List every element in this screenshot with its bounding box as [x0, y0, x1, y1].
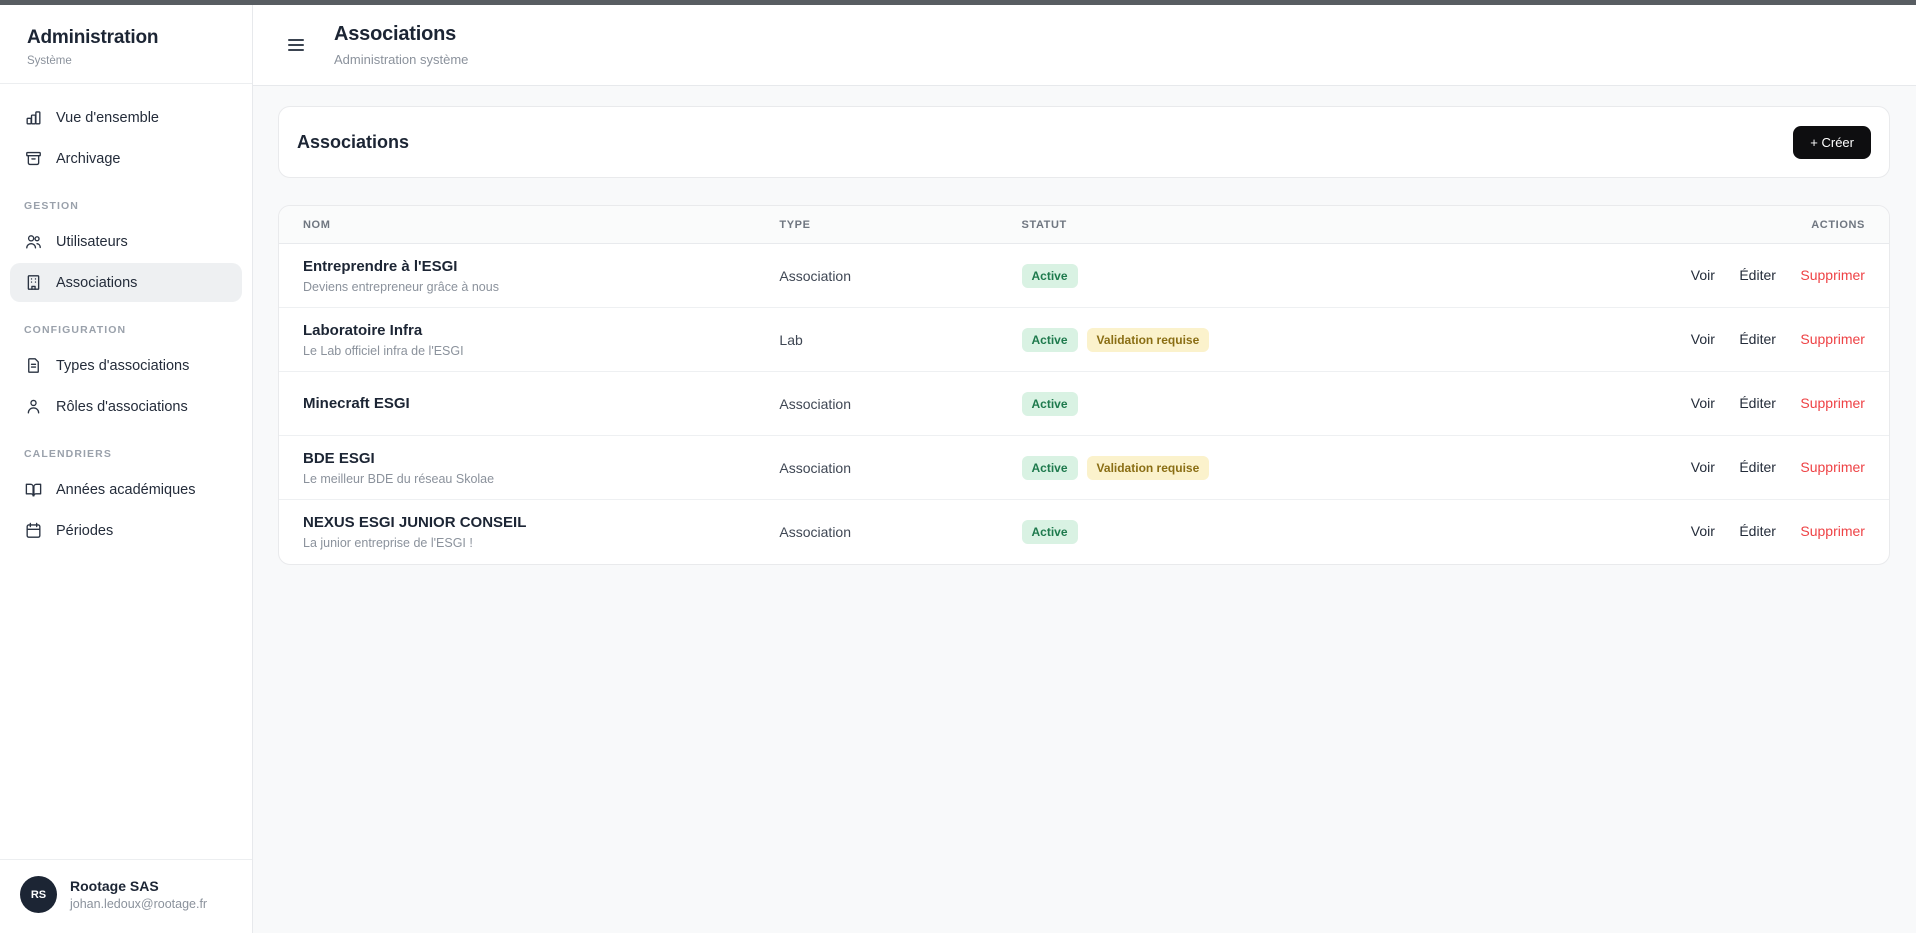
book-open-icon	[24, 480, 43, 499]
association-description: Deviens entrepreneur grâce à nous	[303, 280, 779, 294]
sidebar-item-label: Périodes	[56, 523, 113, 539]
hamburger-menu-icon[interactable]	[288, 35, 306, 55]
create-button[interactable]: + Créer	[1793, 126, 1871, 159]
delete-link[interactable]: Supprimer	[1800, 523, 1865, 539]
association-name: Entreprendre à l'ESGI	[303, 258, 779, 275]
sidebar-item-association-roles[interactable]: Rôles d'associations	[10, 387, 242, 426]
user-email: johan.ledoux@rootage.fr	[70, 897, 207, 911]
status-badge-active: Active	[1022, 520, 1078, 544]
column-header-name: NOM	[303, 219, 779, 231]
view-link[interactable]: Voir	[1691, 523, 1715, 539]
view-link[interactable]: Voir	[1691, 459, 1715, 475]
bar-chart-icon	[24, 108, 43, 127]
table-row: Minecraft ESGI Association Active Voir É…	[279, 372, 1889, 436]
sidebar-item-association-types[interactable]: Types d'associations	[10, 346, 242, 385]
association-description: La junior entreprise de l'ESGI !	[303, 536, 779, 550]
edit-link[interactable]: Éditer	[1739, 331, 1776, 347]
association-description: Le Lab officiel infra de l'ESGI	[303, 344, 779, 358]
association-name: Minecraft ESGI	[303, 395, 779, 412]
sidebar-subtitle: Système	[27, 55, 225, 67]
associations-table: NOM TYPE STATUT ACTIONS Entreprendre à l…	[278, 205, 1890, 565]
view-link[interactable]: Voir	[1691, 395, 1715, 411]
status-badge-active: Active	[1022, 456, 1078, 480]
calendar-icon	[24, 521, 43, 540]
status-badge-active: Active	[1022, 392, 1078, 416]
association-name: Laboratoire Infra	[303, 322, 779, 339]
sidebar-brand: Administration Système	[0, 5, 252, 84]
edit-link[interactable]: Éditer	[1739, 267, 1776, 283]
building-icon	[24, 273, 43, 292]
column-header-actions: ACTIONS	[1615, 219, 1865, 231]
association-type: Association	[779, 268, 1021, 284]
status-badge-validation: Validation requise	[1087, 456, 1210, 480]
document-icon	[24, 356, 43, 375]
edit-link[interactable]: Éditer	[1739, 395, 1776, 411]
sidebar-section-configuration: CONFIGURATION	[10, 324, 242, 336]
association-name: NEXUS ESGI JUNIOR CONSEIL	[303, 514, 779, 531]
app-window: Administration Système Vue d'ensemble Ar	[0, 5, 1916, 933]
page-title: Associations	[334, 23, 468, 46]
association-description: Le meilleur BDE du réseau Skolae	[303, 472, 779, 486]
sidebar-item-label: Associations	[56, 275, 137, 291]
content: Associations + Créer NOM TYPE STATUT ACT…	[253, 86, 1916, 565]
sidebar-user-info: Rootage SAS johan.ledoux@rootage.fr	[70, 878, 207, 911]
status-badge-active: Active	[1022, 328, 1078, 352]
sidebar-item-academic-years[interactable]: Années académiques	[10, 470, 242, 509]
table-row: BDE ESGI Le meilleur BDE du réseau Skola…	[279, 436, 1889, 500]
association-type: Association	[779, 524, 1021, 540]
column-header-type: TYPE	[779, 219, 1021, 231]
archive-icon	[24, 149, 43, 168]
avatar: RS	[20, 876, 57, 913]
sidebar-item-users[interactable]: Utilisateurs	[10, 222, 242, 261]
sidebar-nav: Vue d'ensemble Archivage GESTION Utilisa…	[0, 84, 252, 859]
user-icon	[24, 397, 43, 416]
sidebar-item-associations[interactable]: Associations	[10, 263, 242, 302]
sidebar-item-label: Rôles d'associations	[56, 399, 188, 415]
association-type: Association	[779, 396, 1021, 412]
card-title: Associations	[297, 132, 409, 153]
sidebar-item-overview[interactable]: Vue d'ensemble	[10, 98, 242, 137]
users-icon	[24, 232, 43, 251]
table-row: NEXUS ESGI JUNIOR CONSEIL La junior entr…	[279, 500, 1889, 564]
sidebar-item-label: Archivage	[56, 151, 120, 167]
sidebar-title: Administration	[27, 27, 225, 49]
association-type: Lab	[779, 332, 1021, 348]
edit-link[interactable]: Éditer	[1739, 523, 1776, 539]
column-header-status: STATUT	[1022, 219, 1616, 231]
sidebar-item-archive[interactable]: Archivage	[10, 139, 242, 178]
sidebar-item-label: Types d'associations	[56, 358, 189, 374]
user-name: Rootage SAS	[70, 878, 207, 894]
delete-link[interactable]: Supprimer	[1800, 267, 1865, 283]
page-heading: Associations Administration système	[334, 23, 468, 67]
sidebar-item-label: Vue d'ensemble	[56, 110, 159, 126]
main-area: Associations Administration système Asso…	[253, 5, 1916, 933]
status-badge-validation: Validation requise	[1087, 328, 1210, 352]
sidebar-item-periods[interactable]: Périodes	[10, 511, 242, 550]
sidebar-section-gestion: GESTION	[10, 200, 242, 212]
sidebar-section-calendriers: CALENDRIERS	[10, 448, 242, 460]
association-name: BDE ESGI	[303, 450, 779, 467]
view-link[interactable]: Voir	[1691, 331, 1715, 347]
sidebar-user[interactable]: RS Rootage SAS johan.ledoux@rootage.fr	[0, 859, 252, 933]
main-header: Associations Administration système	[253, 5, 1916, 86]
status-badge-active: Active	[1022, 264, 1078, 288]
sidebar-item-label: Utilisateurs	[56, 234, 128, 250]
delete-link[interactable]: Supprimer	[1800, 331, 1865, 347]
view-link[interactable]: Voir	[1691, 267, 1715, 283]
table-row: Entreprendre à l'ESGI Deviens entreprene…	[279, 244, 1889, 308]
delete-link[interactable]: Supprimer	[1800, 395, 1865, 411]
page-subtitle: Administration système	[334, 52, 468, 67]
table-header-row: NOM TYPE STATUT ACTIONS	[279, 206, 1889, 244]
delete-link[interactable]: Supprimer	[1800, 459, 1865, 475]
table-row: Laboratoire Infra Le Lab officiel infra …	[279, 308, 1889, 372]
sidebar: Administration Système Vue d'ensemble Ar	[0, 5, 253, 933]
sidebar-item-label: Années académiques	[56, 482, 195, 498]
association-type: Association	[779, 460, 1021, 476]
associations-card-header: Associations + Créer	[278, 106, 1890, 178]
edit-link[interactable]: Éditer	[1739, 459, 1776, 475]
